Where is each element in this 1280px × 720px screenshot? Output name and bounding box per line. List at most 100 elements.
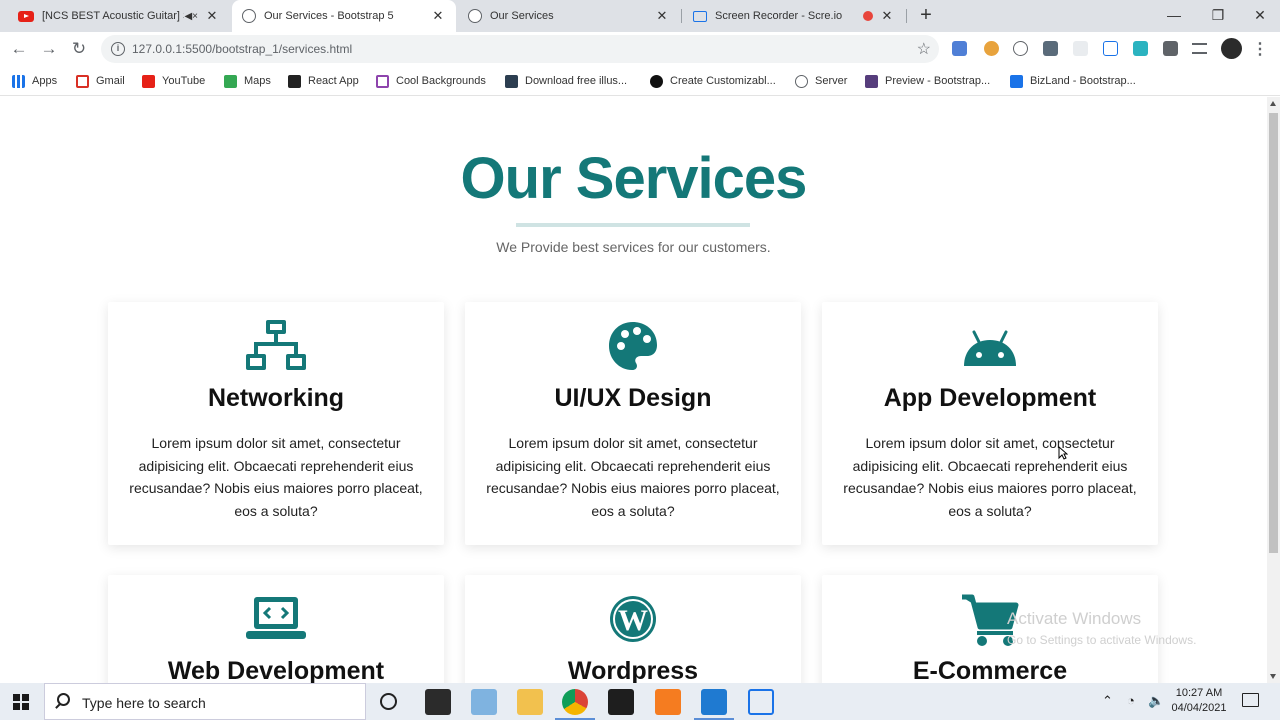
vscode-icon[interactable] — [701, 689, 727, 715]
bookmark-server[interactable]: Server — [795, 72, 847, 90]
bookmark-label: Download free illus... — [525, 75, 628, 87]
new-tab-button[interactable]: + — [915, 5, 937, 27]
palette-icon — [609, 322, 657, 370]
page-scrollbar[interactable] — [1267, 97, 1280, 683]
mute-icon[interactable]: ◀× — [184, 11, 198, 22]
back-button[interactable]: ← — [7, 37, 31, 61]
activate-windows-watermark: Activate Windows Go to Settings to activ… — [1007, 609, 1196, 647]
translate-extension-icon[interactable] — [952, 41, 967, 56]
react-icon — [288, 74, 301, 88]
android-icon — [964, 330, 1016, 366]
bookmark-download-illustrations[interactable]: Download free illus... — [505, 72, 627, 90]
watermark-subtitle: Go to Settings to activate Windows. — [1007, 633, 1197, 647]
notification-icon[interactable] — [1242, 693, 1259, 707]
bookmark-cool-backgrounds[interactable]: Cool Backgrounds — [376, 72, 486, 90]
tab-youtube[interactable]: [NCS BEST Acoustic Guitar] S ◀× ✕ — [8, 0, 230, 32]
files-icon[interactable] — [471, 689, 497, 715]
bookmark-youtube[interactable]: YouTube — [142, 72, 205, 90]
info-icon[interactable]: i — [111, 42, 125, 56]
bizland-icon — [1010, 74, 1023, 88]
bookmarks-bar: Apps Gmail YouTube Maps React App Cool B… — [0, 66, 1280, 96]
bookmark-bizland-bootstrap[interactable]: BizLand - Bootstrap... — [1010, 72, 1136, 90]
create-icon — [650, 74, 663, 88]
service-description: Lorem ipsum dolor sit amet, consectetur … — [843, 435, 1137, 519]
cortana-icon[interactable] — [380, 693, 397, 710]
bookmark-label: Cool Backgrounds — [396, 75, 486, 87]
scroll-down-icon[interactable] — [1270, 674, 1276, 679]
screen-recorder-taskbar-icon[interactable] — [748, 689, 774, 715]
windows-start-icon[interactable] — [13, 694, 29, 710]
bookmark-apps[interactable]: Apps — [12, 72, 57, 90]
extensions-puzzle-icon[interactable] — [1163, 41, 1178, 56]
search-icon — [57, 693, 70, 706]
forward-button[interactable]: → — [37, 37, 61, 61]
close-tab-icon[interactable]: ✕ — [879, 8, 895, 24]
clock-time: 10:27 AM — [1175, 687, 1223, 699]
search-placeholder[interactable]: Type here to search — [82, 695, 206, 711]
reload-button[interactable]: ↻ — [67, 37, 91, 61]
bookmark-react-app[interactable]: React App — [288, 72, 359, 90]
bookmark-create-customizable[interactable]: Create Customizabl... — [650, 72, 776, 90]
tab-separator — [906, 9, 907, 23]
address-bar[interactable]: i 127.0.0.1:5500/bootstrap_1/services.ht… — [101, 35, 939, 63]
service-card-wordpress: W Wordpress — [465, 575, 801, 683]
recording-icon — [863, 11, 873, 21]
restore-button[interactable]: ❐ — [1196, 0, 1240, 30]
close-tab-icon[interactable]: ✕ — [654, 8, 670, 24]
bookmark-star-icon[interactable]: ☆ — [917, 39, 931, 59]
wifi-icon[interactable]: ◔ — [1127, 693, 1135, 708]
tab-screen-recorder[interactable]: Screen Recorder - Scre.io ✕ — [683, 0, 905, 32]
bootstrap-icon — [865, 74, 878, 88]
bookmark-label: YouTube — [162, 75, 206, 87]
network-icon — [246, 320, 306, 370]
mouse-cursor-icon — [1058, 446, 1068, 460]
calendar-extension-icon[interactable] — [1043, 41, 1058, 56]
recorder-extension-icon[interactable] — [1103, 41, 1118, 56]
url-text[interactable]: 127.0.0.1:5500/bootstrap_1/services.html — [132, 42, 352, 56]
clock-date: 04/04/2021 — [1171, 702, 1227, 714]
bookmark-label: Maps — [244, 75, 271, 87]
tab-title: [NCS BEST Acoustic Guitar] S — [42, 10, 185, 22]
apps-grid-icon — [12, 74, 25, 88]
menu-kebab-icon[interactable]: ⋮ — [1252, 39, 1268, 59]
volume-icon[interactable]: 🔈 — [1148, 693, 1164, 709]
taskbar-clock[interactable]: 10:27 AM 04/04/2021 — [1165, 686, 1233, 716]
store-icon[interactable] — [425, 689, 451, 715]
service-title: Networking — [207, 384, 345, 412]
color-extension-icon[interactable] — [984, 41, 999, 56]
page-subtitle: We Provide best services for our custome… — [496, 239, 771, 255]
chrome-icon[interactable] — [562, 689, 588, 715]
youtube-icon — [142, 74, 155, 88]
title-underline — [516, 223, 750, 227]
minimize-button[interactable]: — — [1152, 0, 1196, 30]
close-window-button[interactable]: ✕ — [1238, 0, 1280, 30]
bookmark-maps[interactable]: Maps — [224, 72, 271, 90]
close-tab-icon[interactable]: ✕ — [204, 8, 220, 24]
tab-separator — [681, 9, 682, 23]
tab-our-services[interactable]: Our Services ✕ — [458, 0, 680, 32]
xampp-icon[interactable] — [655, 689, 681, 715]
profile-avatar[interactable] — [1221, 38, 1242, 59]
close-tab-icon[interactable]: ✕ — [430, 8, 446, 24]
globe-icon — [468, 9, 482, 23]
code-extension-icon[interactable] — [1013, 41, 1028, 56]
scroll-up-icon[interactable] — [1270, 101, 1276, 106]
file-explorer-icon[interactable] — [517, 689, 543, 715]
blank-extension-icon[interactable] — [1073, 41, 1088, 56]
terminal-icon[interactable] — [608, 689, 634, 715]
screen-recorder-icon — [693, 10, 707, 22]
page-title: Our Services — [460, 146, 808, 211]
watermark-title: Activate Windows — [1007, 609, 1142, 628]
bookmark-preview-bootstrap[interactable]: Preview - Bootstrap... — [865, 72, 990, 90]
tab-our-services-bootstrap[interactable]: Our Services - Bootstrap 5 ✕ — [232, 0, 456, 32]
taskbar-search-box[interactable]: Type here to search — [44, 683, 366, 720]
bookmark-gmail[interactable]: Gmail — [76, 72, 125, 90]
bookmark-label: Preview - Bootstrap... — [885, 75, 991, 87]
service-card-web-development: Web Development — [108, 575, 444, 683]
wordpress-icon: W — [610, 596, 656, 642]
media-queue-icon[interactable] — [1192, 43, 1207, 54]
teal-extension-icon[interactable] — [1133, 41, 1148, 56]
scroll-thumb[interactable] — [1269, 113, 1278, 553]
gmail-icon — [76, 74, 89, 88]
tray-chevron-icon[interactable]: ⌃ — [1102, 693, 1113, 709]
